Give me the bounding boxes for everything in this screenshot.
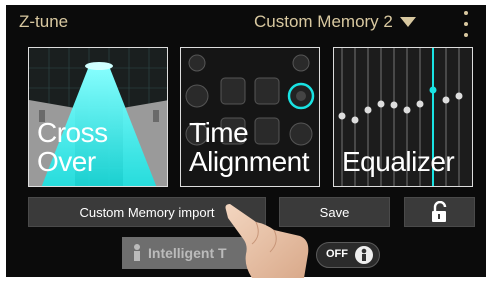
unlock-icon: [431, 201, 446, 222]
person-icon: [134, 244, 140, 261]
lock-button[interactable]: [404, 197, 475, 227]
intelligent-tune-toggle[interactable]: OFF: [316, 242, 380, 268]
save-button-label: Save: [319, 204, 350, 220]
toggle-state-label: OFF: [326, 248, 348, 260]
pointing-hand-image: [225, 204, 309, 278]
intelligent-tune-label: Intelligent T: [148, 245, 227, 261]
preset-label: Custom Memory 2: [254, 12, 393, 31]
import-button-label: Custom Memory import: [79, 204, 215, 220]
app-title: Z-tune: [19, 12, 69, 31]
equalizer-tile[interactable]: Equalizer: [333, 47, 473, 187]
menu-icon[interactable]: [462, 11, 470, 37]
crossover-tile[interactable]: Cross Over: [28, 47, 168, 187]
person-toggle-icon: [355, 246, 373, 264]
time-alignment-tile[interactable]: Time Alignment: [180, 47, 320, 187]
memory-preset-selector[interactable]: Custom Memory 2: [254, 12, 416, 32]
crossover-label: Cross Over: [37, 117, 108, 177]
dropdown-caret-icon: [399, 17, 416, 27]
equalizer-label: Equalizer: [342, 146, 455, 177]
time-alignment-label: Time Alignment: [189, 117, 310, 177]
